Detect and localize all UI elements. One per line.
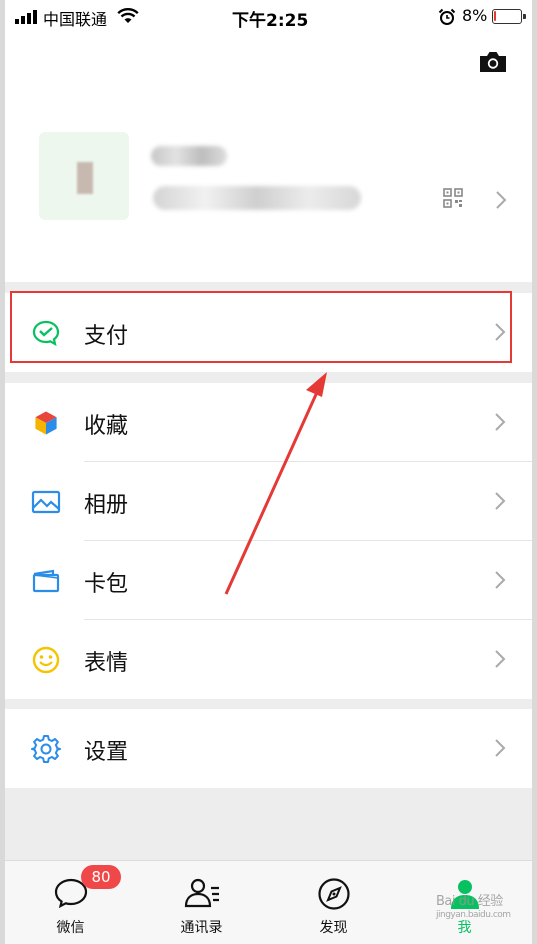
card-wallet-icon [32, 569, 60, 593]
tab-label: 通讯录 [180, 920, 223, 936]
features-group: 收藏 相册 卡包 表情 [5, 383, 532, 699]
menu-label: 卡包 [84, 572, 129, 597]
wifi-icon [117, 8, 139, 23]
tab-chats[interactable]: 80 微信 [5, 861, 136, 944]
gear-icon [31, 735, 61, 763]
clock-time: 下午2:25 [232, 11, 309, 31]
smiley-icon [32, 646, 60, 674]
qr-code-icon[interactable] [443, 188, 463, 208]
avatar[interactable] [39, 132, 129, 220]
tab-discover[interactable]: 发现 [268, 861, 399, 944]
menu-item-cards[interactable]: 卡包 [5, 541, 532, 620]
menu-label: 设置 [84, 740, 129, 765]
album-icon [31, 490, 61, 514]
menu-item-stickers[interactable]: 表情 [5, 620, 532, 699]
chevron-right-icon [496, 191, 507, 209]
baidu-jingyan-watermark: Bai du 经验 jingyan.baidu.com [436, 894, 511, 920]
chevron-right-icon [495, 492, 506, 510]
tab-label: 发现 [319, 920, 348, 936]
carrier-name: 中国联通 [43, 10, 108, 29]
annotation-highlight-box [10, 291, 512, 363]
chevron-right-icon [495, 650, 506, 668]
alarm-clock-icon [438, 8, 456, 25]
contacts-icon [184, 878, 219, 908]
settings-group: 设置 [5, 709, 532, 788]
unread-badge: 80 [81, 865, 121, 889]
menu-label: 表情 [84, 651, 129, 676]
menu-item-settings[interactable]: 设置 [5, 709, 532, 788]
battery-icon [492, 9, 526, 24]
menu-item-favorites[interactable]: 收藏 [5, 383, 532, 462]
menu-label: 收藏 [84, 414, 129, 439]
status-bar: 中国联通 下午2:25 8% [5, 0, 532, 34]
wechat-id-blurred [153, 186, 361, 210]
nickname-blurred [151, 146, 227, 166]
camera-icon[interactable] [478, 50, 508, 74]
menu-label: 相册 [84, 493, 129, 518]
tab-label: 微信 [56, 920, 85, 936]
tab-contacts[interactable]: 通讯录 [136, 861, 267, 944]
compass-icon [317, 878, 350, 910]
signal-strength-icon [15, 10, 37, 24]
menu-item-album[interactable]: 相册 [5, 462, 532, 541]
chevron-right-icon [495, 413, 506, 431]
chevron-right-icon [495, 571, 506, 589]
wechat-me-screen: 中国联通 下午2:25 8% 支付 收藏 相册 卡包 表情 设置 80 微信 通… [5, 0, 532, 944]
battery-percent: 8% [462, 6, 488, 25]
chevron-right-icon [495, 739, 506, 757]
battery-level-fill [494, 11, 496, 21]
profile-header[interactable] [5, 34, 532, 282]
tab-label: 我 [457, 920, 472, 936]
favorites-cube-icon [34, 410, 58, 436]
